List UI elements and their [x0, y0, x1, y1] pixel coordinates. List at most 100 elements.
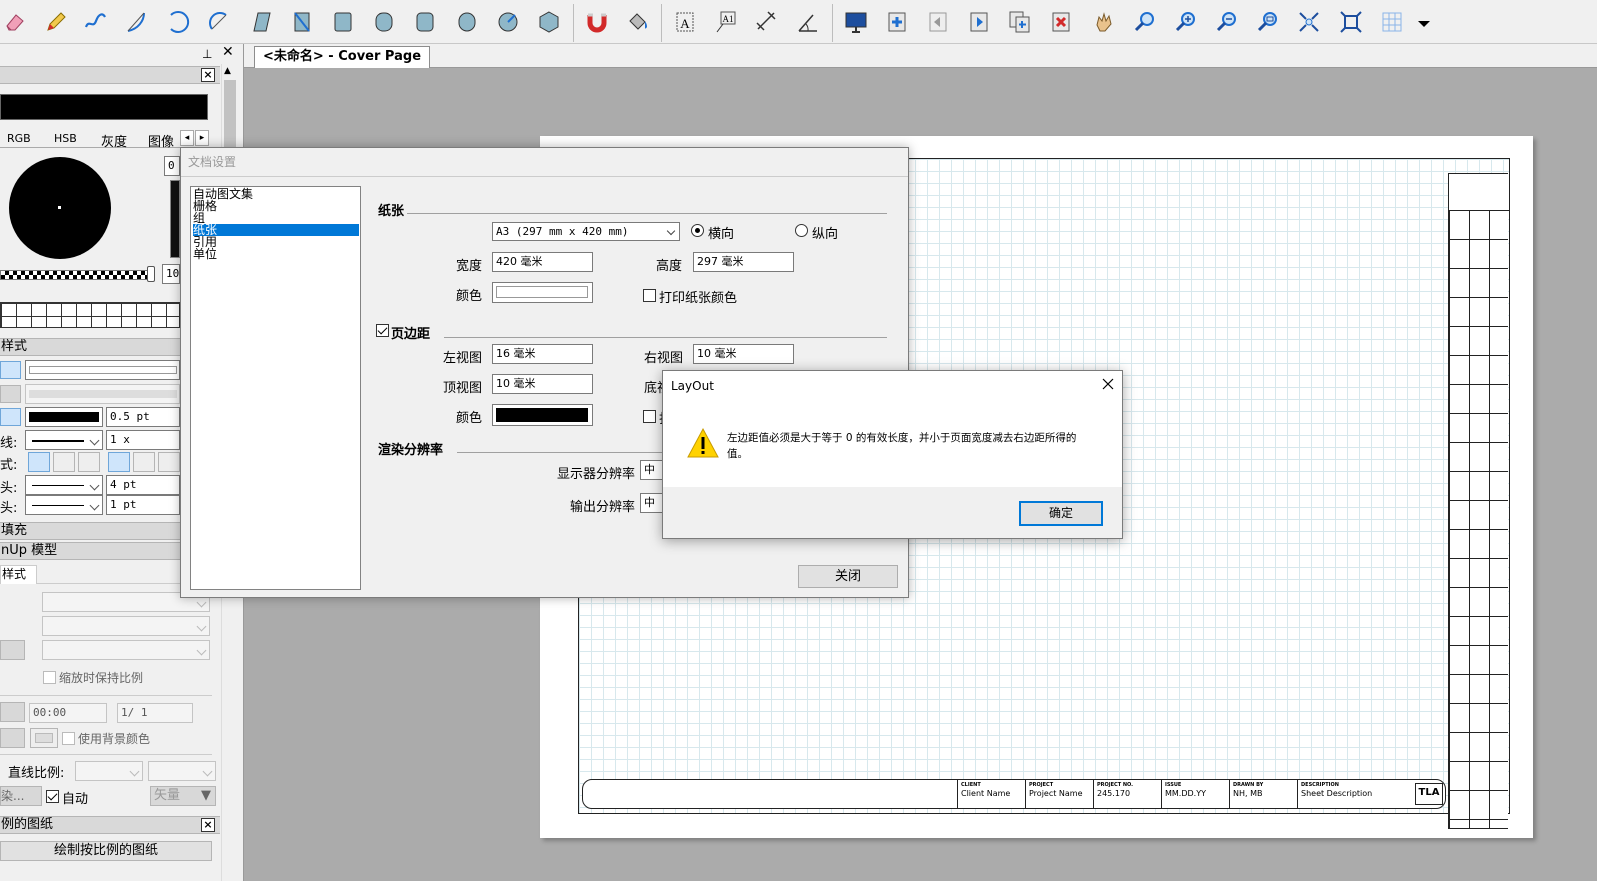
zoom-window-icon[interactable]: [1252, 6, 1284, 38]
grid-icon[interactable]: [1376, 6, 1408, 38]
fog-toggle[interactable]: [0, 728, 25, 748]
arrow-end-size[interactable]: 1 pt: [106, 495, 180, 515]
previous-page-icon[interactable]: [922, 6, 954, 38]
print-margins-checkbox[interactable]: [643, 410, 656, 423]
width-field[interactable]: 420 毫米: [492, 252, 593, 272]
line-scale-unit-select[interactable]: [148, 761, 216, 781]
ortho-toggle[interactable]: [0, 640, 25, 660]
color-value-field[interactable]: 0: [164, 156, 180, 176]
zoom-extents-icon[interactable]: [1293, 6, 1325, 38]
view-select[interactable]: [42, 616, 210, 636]
pin-icon[interactable]: ⊥: [202, 47, 212, 61]
alert-close-icon[interactable]: [1100, 376, 1116, 392]
fit-page-icon[interactable]: [1335, 6, 1367, 38]
scaled-drawing-close-icon[interactable]: ×: [201, 818, 215, 832]
stroke-pattern-select[interactable]: [25, 430, 103, 450]
arc-icon[interactable]: [121, 6, 153, 38]
color-palette[interactable]: [0, 302, 180, 328]
render-button[interactable]: 染...: [0, 786, 42, 806]
polygon-icon[interactable]: [533, 6, 565, 38]
landscape-radio[interactable]: [691, 224, 704, 237]
line-scale-select[interactable]: [75, 761, 143, 781]
make-scaled-drawing-button[interactable]: 绘制按比例的图纸: [0, 841, 212, 861]
nav-item[interactable]: 纸张: [193, 224, 359, 236]
tab-scroll-right-icon[interactable]: ▸: [195, 130, 209, 146]
ellipse-icon[interactable]: [492, 6, 524, 38]
portrait-radio[interactable]: [795, 224, 808, 237]
close-icon[interactable]: ×: [201, 68, 215, 82]
presentation-icon[interactable]: [840, 6, 872, 38]
print-paper-color-checkbox[interactable]: [643, 289, 656, 302]
parallelogram-icon[interactable]: [245, 6, 277, 38]
fog-color-well[interactable]: [30, 728, 58, 748]
tab-grayscale[interactable]: 灰度: [101, 131, 127, 150]
lozenge-icon[interactable]: [368, 6, 400, 38]
sketchup-model-header[interactable]: nUp 模型: [0, 542, 180, 560]
add-page-icon[interactable]: [881, 6, 913, 38]
duplicate-page-icon[interactable]: [1004, 6, 1036, 38]
arrow-start-select[interactable]: [25, 475, 103, 495]
opacity-field[interactable]: 100: [162, 264, 180, 284]
eraser-icon[interactable]: [0, 6, 32, 38]
stroke-width-field[interactable]: 0.5 pt: [106, 407, 180, 427]
stroke-toggle[interactable]: [0, 408, 21, 426]
tab-image[interactable]: 图像: [148, 131, 174, 150]
nav-item[interactable]: 单位: [193, 248, 359, 260]
arc-3pt-icon[interactable]: [162, 6, 194, 38]
pattern-fill-header[interactable]: 填充: [0, 522, 180, 540]
fill-color-well[interactable]: [25, 360, 180, 380]
stroke-scale-field[interactable]: 1 x: [106, 430, 180, 450]
tab-styles[interactable]: 样式: [0, 565, 37, 584]
magnet-icon[interactable]: [581, 6, 613, 38]
tab-rgb[interactable]: RGB: [7, 132, 31, 145]
pattern-toggle[interactable]: [0, 385, 21, 403]
circle-icon[interactable]: [451, 6, 483, 38]
nav-item[interactable]: 引用: [193, 236, 359, 248]
zoom-icon[interactable]: [1129, 6, 1161, 38]
zoom-out-icon[interactable]: [1211, 6, 1243, 38]
height-field[interactable]: 297 毫米: [693, 252, 794, 272]
current-color-swatch[interactable]: [0, 94, 208, 120]
left-margin-field[interactable]: 16 毫米: [492, 344, 593, 364]
opacity-thumb[interactable]: [147, 266, 155, 282]
line-join-buttons[interactable]: [108, 452, 182, 472]
color-wheel[interactable]: [9, 157, 111, 259]
brightness-slider[interactable]: [170, 180, 180, 258]
scaled-drawing-header[interactable]: 例的图纸: [0, 816, 220, 834]
tab-hsb[interactable]: HSB: [54, 132, 77, 145]
paper-color-well[interactable]: [492, 282, 593, 303]
paper-size-select[interactable]: A3 (297 mm x 420 mm): [492, 222, 680, 241]
document-tab[interactable]: <未命名> - Cover Page: [254, 46, 431, 68]
colors-panel-header[interactable]: [0, 66, 220, 84]
shape-style-header[interactable]: 样式: [0, 338, 180, 356]
angular-dimension-icon[interactable]: [792, 6, 824, 38]
fill-toggle[interactable]: [0, 361, 21, 379]
scale-select[interactable]: [42, 640, 210, 660]
margins-checkbox[interactable]: [376, 324, 389, 337]
arrow-end-select[interactable]: [25, 495, 103, 515]
top-margin-field[interactable]: 10 毫米: [492, 374, 593, 394]
margin-color-well[interactable]: [492, 404, 593, 426]
nav-item[interactable]: 组: [193, 212, 359, 224]
delete-page-icon[interactable]: [1045, 6, 1077, 38]
shadow-date-field[interactable]: 1/ 1: [117, 703, 193, 723]
label-icon[interactable]: A1: [710, 6, 742, 38]
rectangle-icon[interactable]: [286, 6, 318, 38]
paint-bucket-icon[interactable]: [621, 6, 653, 38]
pattern-well[interactable]: [25, 384, 180, 404]
close-button[interactable]: 关闭: [798, 565, 898, 588]
render-mode-select[interactable]: 矢量 ▼: [150, 786, 216, 806]
tab-scroll-left-icon[interactable]: ◂: [180, 130, 194, 146]
next-page-icon[interactable]: [963, 6, 995, 38]
zoom-in-icon[interactable]: [1170, 6, 1202, 38]
arrow-start-size[interactable]: 4 pt: [106, 475, 180, 495]
preserve-scale-checkbox[interactable]: [43, 671, 56, 684]
nav-item[interactable]: 栅格: [193, 200, 359, 212]
tray-close-icon[interactable]: ✕: [222, 44, 234, 60]
ok-button[interactable]: 确定: [1019, 501, 1103, 526]
dimension-icon[interactable]: [751, 6, 783, 38]
toolbar-overflow-icon[interactable]: [1408, 6, 1440, 38]
freehand-icon[interactable]: [80, 6, 112, 38]
pan-icon[interactable]: [1088, 6, 1120, 38]
rounded-rectangle-icon[interactable]: [327, 6, 359, 38]
